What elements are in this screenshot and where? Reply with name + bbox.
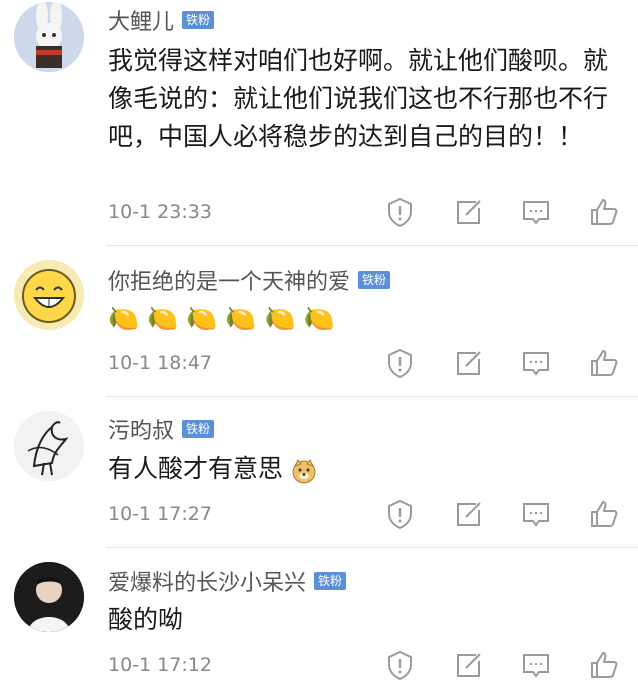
share-button[interactable] bbox=[452, 649, 486, 683]
thumbs-up-icon bbox=[591, 199, 618, 225]
share-edit-icon bbox=[457, 351, 481, 375]
like-button[interactable] bbox=[588, 196, 622, 230]
commenter-name[interactable]: 污昀叔 bbox=[108, 413, 174, 445]
avatar[interactable] bbox=[14, 562, 84, 632]
report-icon bbox=[388, 650, 412, 681]
like-button[interactable] bbox=[588, 498, 622, 532]
reply-button[interactable] bbox=[520, 498, 554, 532]
commenter-name[interactable]: 爱爆料的长沙小呆兴 bbox=[108, 565, 306, 597]
share-edit-icon bbox=[457, 200, 481, 224]
commenter-name[interactable]: 你拒绝的是一个天神的爱 bbox=[108, 264, 350, 296]
share-button[interactable] bbox=[452, 196, 486, 230]
comment-item: 你拒绝的是一个天神的爱 铁粉 🍋🍋🍋🍋🍋🍋 10-1 18:47 bbox=[0, 246, 638, 396]
commenter-name[interactable]: 大鲤儿 bbox=[108, 4, 174, 36]
comment-time: 10-1 17:12 bbox=[108, 654, 212, 676]
reply-button[interactable] bbox=[520, 196, 554, 230]
share-button[interactable] bbox=[452, 347, 486, 381]
fan-badge: 铁粉 bbox=[358, 271, 391, 289]
comment-text-content: 有人酸才有意思 bbox=[108, 454, 284, 483]
reply-button[interactable] bbox=[520, 649, 554, 683]
thumbs-up-icon bbox=[591, 652, 618, 678]
avatar[interactable] bbox=[14, 260, 84, 330]
comment-text: 有人酸才有意思 bbox=[108, 450, 628, 488]
fan-badge: 铁粉 bbox=[314, 572, 347, 590]
comment-time: 10-1 23:33 bbox=[108, 201, 212, 223]
comment-text: 我觉得这样对咱们也好啊。就让他们酸呗。就像毛说的：就让他们说我们这也不行那也不行… bbox=[108, 46, 609, 151]
comment-icon bbox=[523, 352, 549, 376]
avatar[interactable] bbox=[14, 411, 84, 481]
report-button[interactable] bbox=[384, 498, 418, 532]
comment-item: 污昀叔 铁粉 有人酸才有意思 10-1 17:27 bbox=[0, 397, 638, 547]
report-icon bbox=[388, 197, 412, 228]
avatar[interactable] bbox=[14, 2, 84, 72]
report-icon bbox=[388, 499, 412, 530]
comment-time: 10-1 17:27 bbox=[108, 503, 212, 525]
reply-button[interactable] bbox=[520, 347, 554, 381]
comment-icon bbox=[523, 503, 549, 527]
report-button[interactable] bbox=[384, 649, 418, 683]
report-icon bbox=[388, 348, 412, 379]
comment-text: 酸的呦 bbox=[108, 605, 184, 634]
like-button[interactable] bbox=[588, 649, 622, 683]
comment-time: 10-1 18:47 bbox=[108, 352, 212, 374]
share-button[interactable] bbox=[452, 498, 486, 532]
comment-text: 🍋🍋🍋🍋🍋🍋 bbox=[108, 300, 628, 338]
comment-icon bbox=[523, 654, 549, 678]
comment-item: 大鲤儿 铁粉 我觉得这样对咱们也好啊。就让他们酸呗。就像毛说的：就让他们说我们这… bbox=[0, 0, 638, 245]
fan-badge: 铁粉 bbox=[182, 11, 215, 29]
thumbs-up-icon bbox=[591, 350, 618, 376]
lemon-emoji-row: 🍋🍋🍋🍋🍋🍋 bbox=[108, 304, 343, 333]
fan-badge: 铁粉 bbox=[182, 420, 215, 438]
report-button[interactable] bbox=[384, 347, 418, 381]
share-edit-icon bbox=[457, 653, 481, 677]
share-edit-icon bbox=[457, 502, 481, 526]
thumbs-up-icon bbox=[591, 501, 618, 527]
doge-emoji-icon bbox=[291, 457, 317, 484]
comment-item: 爱爆料的长沙小呆兴 铁粉 酸的呦 10-1 17:12 bbox=[0, 548, 638, 696]
like-button[interactable] bbox=[588, 347, 622, 381]
comment-icon bbox=[523, 201, 549, 225]
report-button[interactable] bbox=[384, 196, 418, 230]
